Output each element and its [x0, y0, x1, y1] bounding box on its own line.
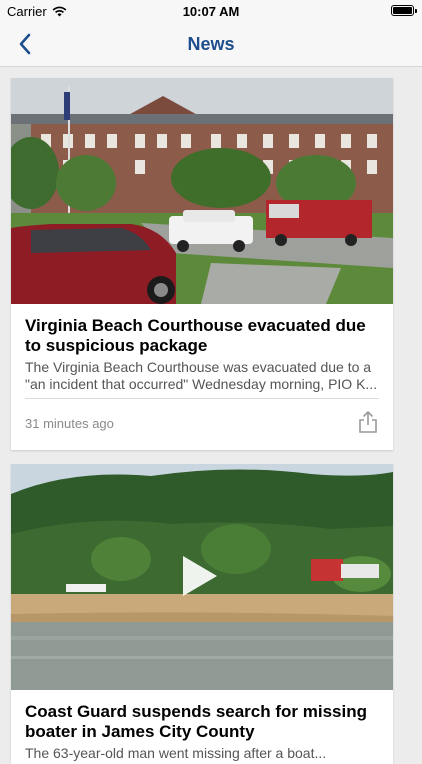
article-headline[interactable]: Coast Guard suspends search for missing … — [25, 702, 379, 742]
news-card[interactable]: Virginia Beach Courthouse evacuated due … — [11, 78, 393, 450]
article-timestamp: 31 minutes ago — [25, 416, 114, 431]
clock: 10:07 AM — [182, 4, 240, 19]
news-card[interactable]: Coast Guard suspends search for missing … — [11, 464, 393, 764]
page-title: News — [187, 34, 235, 54]
article-headline[interactable]: Virginia Beach Courthouse evacuated due … — [25, 316, 379, 356]
navigation-bar: News — [0, 22, 422, 67]
article-video-thumbnail[interactable] — [11, 464, 393, 690]
battery-icon — [391, 5, 417, 16]
divider — [25, 398, 379, 399]
status-bar: Carrier 10:07 AM — [0, 0, 422, 22]
article-photo[interactable] — [11, 78, 393, 304]
article-summary: The 63-year-old man went missing after a… — [25, 745, 327, 761]
article-summary: The Virginia Beach Courthouse was evacua… — [25, 359, 378, 392]
share-icon[interactable] — [357, 410, 379, 434]
